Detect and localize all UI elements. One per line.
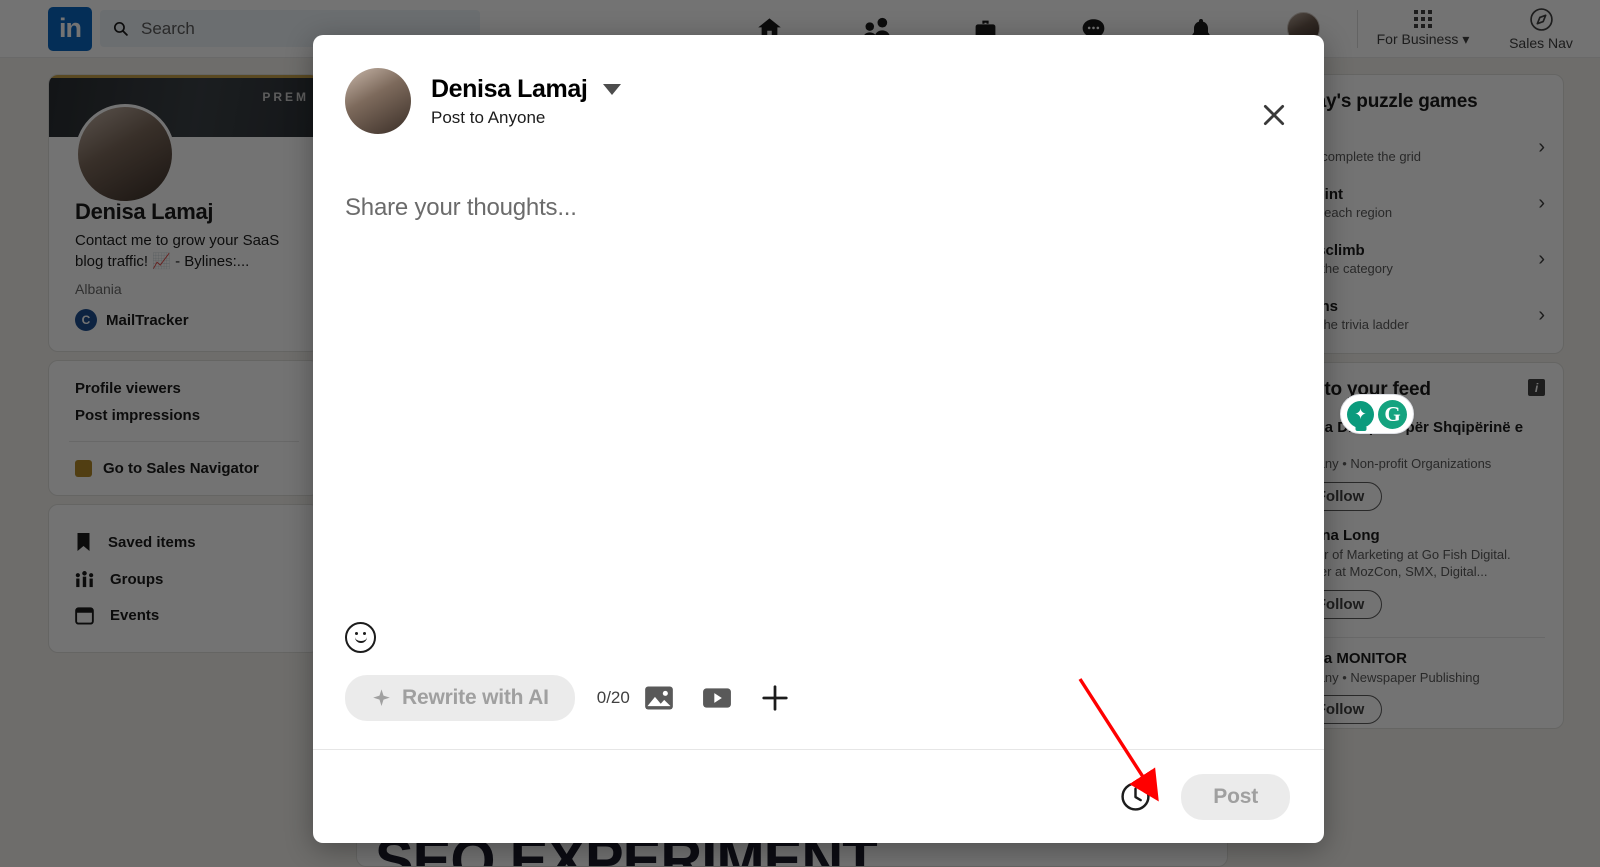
more-options-button[interactable] <box>746 683 804 713</box>
image-icon <box>644 686 673 710</box>
chevron-down-icon[interactable] <box>603 83 622 95</box>
emoji-eye <box>355 632 358 635</box>
add-image-button[interactable] <box>630 685 688 711</box>
close-button[interactable] <box>1254 95 1294 135</box>
emoji-mouth <box>354 637 367 643</box>
close-icon <box>1263 104 1285 126</box>
modal-footer: Post <box>313 749 1324 843</box>
emoji-eye <box>363 632 366 635</box>
lightbulb-icon: ✦ <box>1347 400 1374 428</box>
audience-selector[interactable]: Post to Anyone <box>431 108 621 128</box>
post-editor[interactable]: Share your thoughts... <box>345 134 1292 222</box>
ai-usage-counter: 0/20 <box>596 688 630 707</box>
video-icon <box>702 688 731 708</box>
modal-header: Denisa Lamaj Post to Anyone <box>313 35 1324 134</box>
sparkle-icon <box>373 688 390 706</box>
post-button[interactable]: Post <box>1181 773 1290 820</box>
author-name: Denisa Lamaj <box>431 74 588 103</box>
author-avatar <box>345 68 411 134</box>
emoji-button[interactable] <box>345 622 376 653</box>
modal-body: Share your thoughts... ✦ G <box>313 134 1414 622</box>
rewrite-with-ai-label: Rewrite with AI <box>402 686 549 709</box>
add-video-button[interactable] <box>688 686 746 710</box>
screen: in Search <box>0 0 1600 867</box>
post-author: Denisa Lamaj Post to Anyone <box>345 68 1292 134</box>
clock-icon <box>1121 782 1150 811</box>
composer-toolbar: Rewrite with AI 0/20 <box>313 675 1324 749</box>
rewrite-with-ai-button[interactable]: Rewrite with AI <box>345 675 575 721</box>
grammarly-widget[interactable]: ✦ G <box>1340 394 1414 434</box>
grammarly-logo-icon: G <box>1378 399 1407 429</box>
schedule-post-button[interactable] <box>1115 777 1155 817</box>
share-post-modal: Denisa Lamaj Post to Anyone Share your t… <box>313 35 1414 843</box>
plus-icon <box>762 685 788 711</box>
